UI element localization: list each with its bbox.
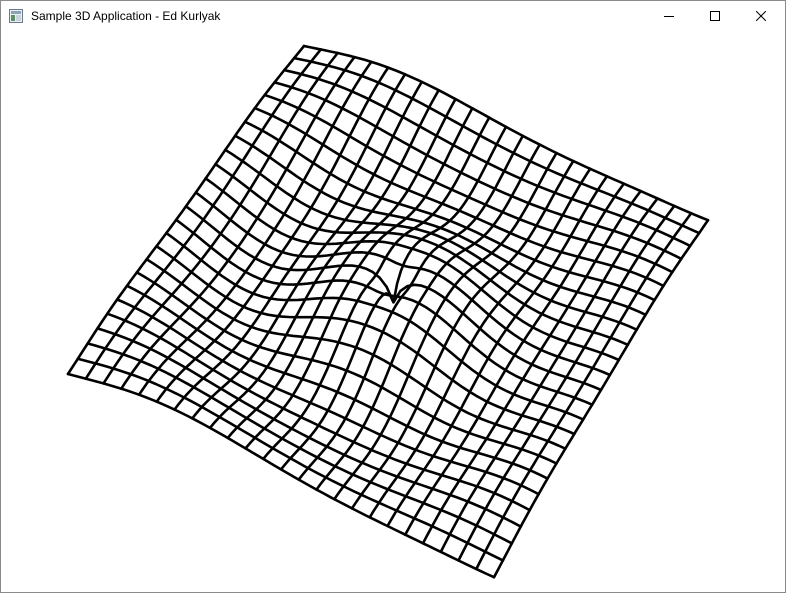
title-bar[interactable]: Sample 3D Application - Ed Kurlyak — [1, 1, 785, 32]
application-icon[interactable] — [9, 9, 23, 23]
mesh-line-v — [66, 372, 496, 579]
render-viewport[interactable] — [1, 32, 785, 592]
mesh-line-v — [243, 120, 656, 302]
minimize-button[interactable] — [646, 1, 692, 32]
minimize-icon — [664, 8, 674, 26]
close-button[interactable] — [738, 1, 784, 32]
maximize-button[interactable] — [692, 1, 738, 32]
window-title: Sample 3D Application - Ed Kurlyak — [31, 9, 221, 23]
app-window: Sample 3D Application - Ed Kurlyak — [0, 0, 786, 593]
wireframe-mesh — [66, 44, 710, 579]
mesh-line-v — [125, 284, 549, 480]
close-icon — [755, 8, 767, 26]
maximize-icon — [710, 8, 720, 26]
mesh-line-u — [386, 175, 609, 528]
